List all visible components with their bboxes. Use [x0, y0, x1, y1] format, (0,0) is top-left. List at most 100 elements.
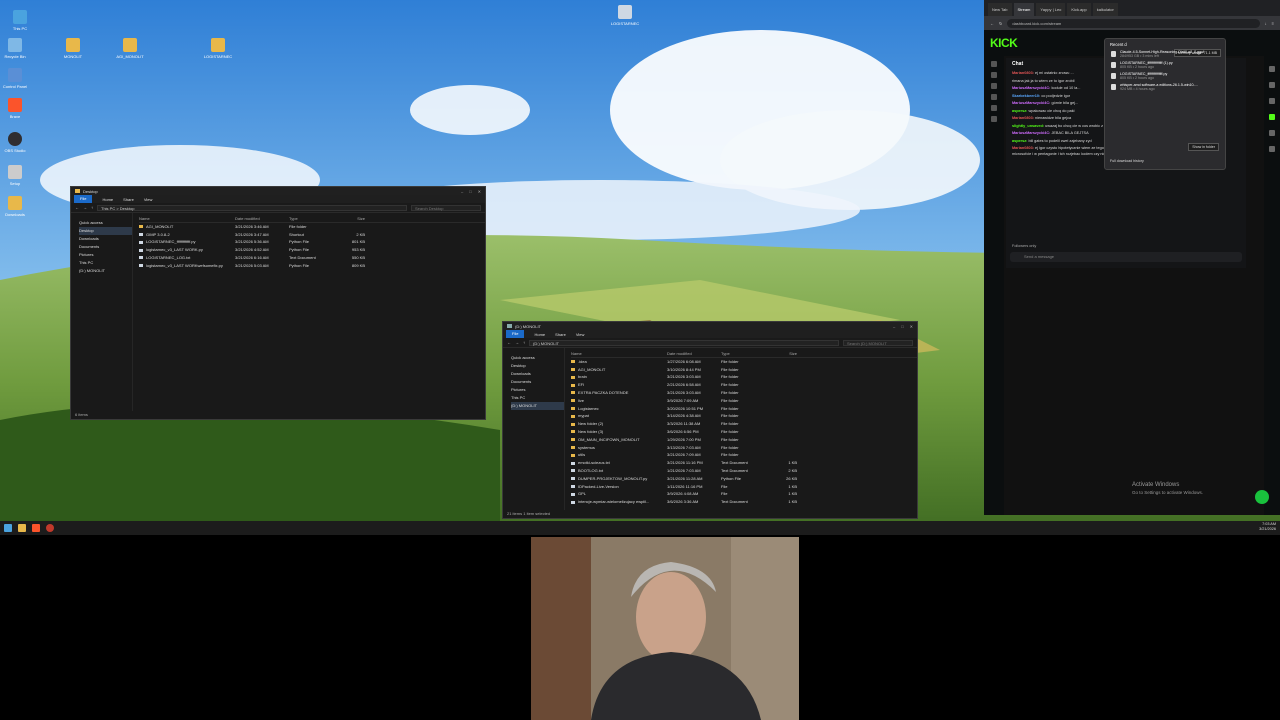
file-row[interactable]: EFI 2/21/2026 6:58 AM File folder [571, 381, 917, 389]
chat-username[interactable]: Marian0803: [1012, 71, 1034, 75]
download-item[interactable]: LOGISTARNEC_ffffffffffffffff.py 805 KB • … [1110, 72, 1220, 80]
ribbon-tab-home[interactable]: Home [102, 197, 113, 202]
nav-item-monolit-drive[interactable]: (D:) MONOLIT [511, 402, 564, 410]
file-row[interactable]: systemus 3/13/2026 7:03 AM File folder [571, 444, 917, 452]
back-arrow-icon[interactable]: ← [75, 205, 79, 210]
up-arrow-icon[interactable]: ↑ [523, 340, 525, 345]
chat-username[interactable]: MariuszMarszycki4C: [1012, 101, 1050, 105]
column-size[interactable]: Size [337, 215, 365, 222]
ribbon-tab-home[interactable]: Home [534, 332, 545, 337]
desktop-icon-logistarnec-folder[interactable]: LOGISTARNEC [198, 38, 238, 59]
menu-icon[interactable]: ≡ [1272, 21, 1274, 26]
file-row[interactable]: EXTRA PACZKA DOTENDE 3/21/2026 3:03 AM Fil… [571, 389, 917, 397]
kick-logo[interactable]: KICK [990, 36, 1018, 50]
desktop-icon-brave[interactable]: Brave [0, 98, 35, 119]
file-row[interactable]: live 3/9/2026 7:09 AM File folder [571, 397, 917, 405]
column-date[interactable]: Date modified [667, 350, 721, 357]
reload-icon[interactable]: ↻ [999, 21, 1002, 26]
tool-icon[interactable] [1269, 146, 1275, 152]
file-row[interactable]: New folder (3) 3/6/2026 6:56 PM File folde… [571, 428, 917, 436]
users-icon[interactable] [991, 94, 997, 100]
brave-browser-icon[interactable] [32, 524, 40, 532]
settings-icon[interactable] [991, 105, 997, 111]
nav-item-quick-access[interactable]: Quick access [511, 354, 564, 362]
file-row[interactable]: Logistarnec 3/20/2026 10:51 PM File folder [571, 405, 917, 413]
column-size[interactable]: Size [769, 350, 797, 357]
window-titlebar[interactable]: (D:) MONOLIT – □ ✕ [503, 322, 917, 330]
nav-item-this-pc[interactable]: This PC [511, 394, 564, 402]
download-item[interactable]: Claude-4.5-Sonnet-High-Reasoning-Distill… [1110, 50, 1220, 58]
file-row[interactable]: AGI_MONOLIT 3/10/2026 8:44 PM File folder [571, 366, 917, 374]
file-row[interactable]: .idea 1/27/2026 6:08 AM File folder [571, 358, 917, 366]
file-row[interactable]: AGI_MONOLIT 3/21/2026 3:46 AM File folder [139, 223, 485, 231]
tool-icon[interactable] [1269, 66, 1275, 72]
desktop-icon-obs[interactable]: OBS Studio [0, 132, 35, 153]
tool-icon[interactable] [1269, 130, 1275, 136]
file-row[interactable]: New folder (2) 3/3/2026 11:38 AM File fold… [571, 420, 917, 428]
desktop-icon-monolit[interactable]: MONOLIT [53, 38, 93, 59]
desktop-icon-logistarnec-file[interactable]: LOGISTARNEC [605, 5, 645, 26]
address-input[interactable]: This PC > Desktop [97, 204, 407, 211]
tool-icon[interactable] [1269, 98, 1275, 104]
download-icon[interactable]: ↓ [1265, 21, 1267, 26]
nav-item-quick-access[interactable]: Quick access [79, 219, 132, 227]
stream-icon[interactable] [991, 72, 997, 78]
nav-item-documents[interactable]: Documents [511, 378, 564, 386]
start-icon[interactable] [4, 524, 12, 532]
file-row[interactable]: OM_MAIN_INCIFOWN_MONOLIT 1/29/2026 7:00 P… [571, 436, 917, 444]
moderation-icon[interactable] [991, 116, 997, 122]
nav-item-monolit-drive[interactable]: (D:) MONOLIT [79, 267, 132, 275]
column-name[interactable]: Name [139, 215, 235, 222]
ribbon-tab-share[interactable]: Share [555, 332, 566, 337]
system-tray-clock[interactable]: 7:03 AM 3/21/2026 [1259, 522, 1276, 532]
home-icon[interactable] [991, 61, 997, 67]
download-item[interactable]: LOGISTARNEC_ffffffffffffffff (1).py 805 K… [1110, 61, 1220, 69]
minimize-icon[interactable]: – [461, 189, 463, 194]
search-input[interactable]: Search Desktop [411, 204, 481, 211]
chat-username[interactable]: Marian0803: [1012, 146, 1034, 150]
url-input[interactable]: dashboard.kick.com/stream [1007, 18, 1260, 28]
chat-username[interactable]: Marian0803: [1012, 116, 1034, 120]
chat-username[interactable]: MariuszMarszycki4C: [1012, 86, 1050, 90]
maximize-icon[interactable]: □ [901, 324, 903, 329]
desktop-icon-downloads[interactable]: Downloads [0, 196, 35, 217]
kick-chat-fab[interactable] [1255, 490, 1269, 504]
nav-item-downloads[interactable]: Downloads [79, 235, 132, 243]
file-row[interactable]: LOGISTARNEC_LOG.txt 3/21/2026 6:16 AM Text… [139, 254, 485, 262]
obs-icon[interactable] [46, 524, 54, 532]
chat-username[interactable]: aspersz: [1012, 139, 1027, 143]
forward-arrow-icon[interactable]: → [83, 205, 87, 210]
forward-arrow-icon[interactable]: → [515, 340, 519, 345]
full-download-history-link[interactable]: Full download history [1110, 159, 1144, 163]
file-row[interactable]: logistarnec_v3_LAST WORK.py 3/21/2026 4:5… [139, 246, 485, 254]
up-arrow-icon[interactable]: ↑ [91, 205, 93, 210]
file-row[interactable]: IDPacked-Live-Version 1/11/2026 11:16 PM F… [571, 483, 917, 491]
tool-icon[interactable] [1269, 82, 1275, 88]
desktop-icon-agi-monolit[interactable]: AGI_MONOLIT [110, 38, 150, 59]
file-row[interactable]: LOGISTARNEC_fffffffffffff.py 3/21/2026 5:… [139, 238, 485, 246]
column-date[interactable]: Date modified [235, 215, 289, 222]
file-row[interactable]: GPL 3/9/2026 4:08 AM File 1 KB [571, 490, 917, 498]
ribbon-tab-file[interactable]: File [74, 195, 93, 203]
nav-item-pictures[interactable]: Pictures [79, 251, 132, 259]
browser-tab-kick-app[interactable]: Kick.app [1067, 3, 1091, 16]
file-row[interactable]: BOOTLOG.txt 1/21/2026 7:03 AM Text Documen… [571, 467, 917, 475]
desktop-icon-this-pc[interactable]: This PC [0, 10, 40, 31]
back-arrow-icon[interactable]: ← [990, 21, 994, 26]
back-arrow-icon[interactable]: ← [507, 340, 511, 345]
desktop-icon-control-panel[interactable]: Control Panel [0, 68, 35, 89]
nav-item-pictures[interactable]: Pictures [511, 386, 564, 394]
nav-item-downloads[interactable]: Downloads [511, 370, 564, 378]
column-type[interactable]: Type [289, 215, 337, 222]
column-name[interactable]: Name [571, 350, 667, 357]
chat-username[interactable]: slightly_unsaved: [1012, 124, 1044, 128]
chat-username[interactable]: aspersz: [1012, 109, 1027, 113]
browser-tab-kalkulator[interactable]: kalkulator [1092, 3, 1118, 16]
browser-tab-stream[interactable]: Stream [1013, 3, 1035, 16]
chat-username[interactable]: MariuszMarszycki4C: [1012, 131, 1050, 135]
ribbon-tab-share[interactable]: Share [123, 197, 134, 202]
nav-item-desktop[interactable]: Desktop [511, 362, 564, 370]
file-row[interactable]: intencje-wymiar-wielomelizujacy ewplil..… [571, 498, 917, 506]
file-row[interactable]: GIMP 3.0.8-2 3/21/2026 3:47 AM Shortcut 2 K… [139, 231, 485, 239]
chat-message-input[interactable]: Send a message [1010, 252, 1242, 262]
